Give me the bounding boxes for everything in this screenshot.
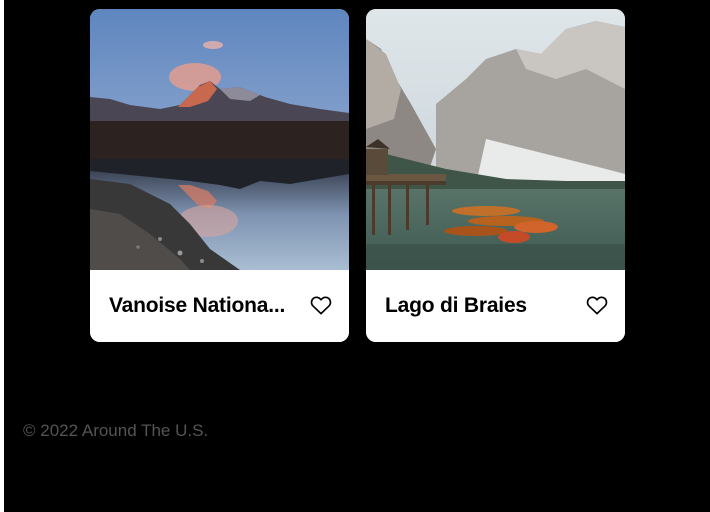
- card-footer: Vanoise Nationa...: [90, 270, 349, 342]
- heart-outline-icon: [586, 296, 608, 315]
- page: Vanoise Nationa... Lago di Braies © 2022…: [4, 0, 710, 512]
- like-button[interactable]: [586, 294, 608, 316]
- like-button[interactable]: [310, 294, 332, 316]
- footer-copyright: © 2022 Around The U.S.: [23, 421, 209, 440]
- card-image-lago-di-braies[interactable]: [366, 9, 625, 270]
- card-footer: Lago di Braies: [366, 270, 625, 342]
- place-card: Lago di Braies: [366, 9, 625, 342]
- place-card: Vanoise Nationa...: [90, 9, 349, 342]
- card-title: Vanoise Nationa...: [109, 294, 286, 317]
- heart-outline-icon: [310, 296, 332, 315]
- card-title: Lago di Braies: [385, 294, 527, 317]
- card-image-vanoise[interactable]: [90, 9, 349, 270]
